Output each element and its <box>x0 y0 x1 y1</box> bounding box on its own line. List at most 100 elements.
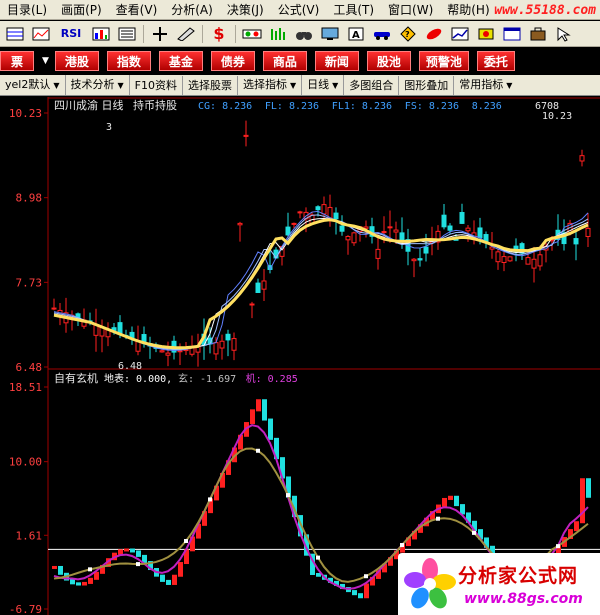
candle-body <box>297 211 303 214</box>
candle-body <box>165 352 171 356</box>
quicknav-stock-pool[interactable]: 股池 <box>366 51 411 71</box>
chevron-down-icon: ▼ <box>332 81 339 90</box>
toolbar-separator <box>202 24 203 43</box>
quicknav-index[interactable]: 指数 <box>106 51 151 71</box>
candle-body <box>399 232 405 241</box>
kline-chart-icon[interactable] <box>30 24 52 44</box>
money-button[interactable]: $ <box>208 24 230 44</box>
pill-icon[interactable] <box>423 24 445 44</box>
tab-common-indicators[interactable]: 常用指标 ▼ <box>454 75 517 95</box>
indicator-readouts: 地表: 0.000, 玄: -1.697 机: 0.285 <box>104 372 298 385</box>
multi-bar-icon[interactable] <box>267 24 289 44</box>
candle-body <box>51 307 57 310</box>
help-arrow-icon[interactable] <box>553 24 575 44</box>
chart-up-icon[interactable] <box>449 24 471 44</box>
stock-software-window: 目录(L) 画面(P) 查看(V) 分析(A) 决策(J) 公式(V) 工具(T… <box>0 0 600 615</box>
trend-line <box>53 218 589 350</box>
screen-icon[interactable] <box>319 24 341 44</box>
stock-name: 四川成渝 <box>54 98 98 112</box>
tab-multi-chart[interactable]: 多图组合 <box>344 75 400 95</box>
tab-f10-info[interactable]: F10资料 <box>130 75 183 95</box>
tab-daily-label: 日线 <box>307 78 330 91</box>
indicator-bar <box>136 550 141 557</box>
menu-item-tools[interactable]: 工具(T) <box>326 0 381 20</box>
menu-item-view[interactable]: 查看(V) <box>109 0 165 20</box>
candle-body <box>387 226 393 229</box>
chevron-down-icon: ▼ <box>289 81 297 90</box>
candle-body <box>249 303 255 306</box>
indicator-bar <box>82 581 87 586</box>
candle-body <box>381 231 387 234</box>
price-tick-label: 8.98 <box>16 192 43 205</box>
price-readout: 8.236 <box>472 101 502 112</box>
window-icon[interactable] <box>501 24 523 44</box>
quicknav-stock[interactable]: 票 <box>0 51 34 71</box>
car-icon[interactable] <box>371 24 393 44</box>
stamp-icon[interactable] <box>475 24 497 44</box>
candle-body <box>189 347 195 355</box>
quicknav-fund[interactable]: 基金 <box>158 51 203 71</box>
quicknav-news[interactable]: 新闻 <box>314 51 359 71</box>
indicator-bar <box>52 565 57 569</box>
candle-body <box>351 232 357 244</box>
quicknav-order[interactable]: 委托 <box>476 51 515 71</box>
compare-icon[interactable] <box>241 24 263 44</box>
candle-body <box>375 248 381 259</box>
quicknav-bond[interactable]: 债券 <box>210 51 255 71</box>
text-icon[interactable]: A <box>345 24 367 44</box>
menu-item-formula[interactable]: 公式(V) <box>271 0 327 20</box>
diamond-icon[interactable]: ? <box>397 24 419 44</box>
crosshair-icon[interactable] <box>149 24 171 44</box>
list-icon[interactable] <box>116 24 138 44</box>
ruler-icon[interactable] <box>175 24 197 44</box>
tab-common-indicators-label: 常用指标 <box>459 78 504 91</box>
indicator-readout: 地表: 0.000, <box>104 372 172 385</box>
rsi-button[interactable]: RSI <box>56 24 86 44</box>
tab-select-indicator[interactable]: 选择指标 ▼ <box>238 75 303 95</box>
menu-item-window[interactable]: 窗口(W) <box>381 0 440 20</box>
chart-area[interactable]: 四川成渝 日线 持币持股 CG: 8.236 FL: 8.236 FL1: 8.23… <box>0 97 600 615</box>
candle-body <box>525 257 531 265</box>
tab-default-layout[interactable]: yel2默认 ▼ <box>0 75 66 95</box>
indicator-bar <box>580 478 585 524</box>
chevron-down-icon: ▼ <box>506 81 513 90</box>
indicator-bar <box>58 565 63 575</box>
price-readout: FS: 8.236 <box>405 101 459 112</box>
chart-canvas[interactable]: 四川成渝 日线 持币持股 CG: 8.236 FL: 8.236 FL1: 8.23… <box>0 97 600 615</box>
price-panel-header: 四川成渝 日线 持币持股 <box>54 98 177 112</box>
menu-item-decision[interactable]: 决策(J) <box>220 0 271 20</box>
indicator-readout: 玄: -1.697 <box>178 372 236 385</box>
candle-body <box>219 340 225 349</box>
indicator-readout: 机: 0.285 <box>246 372 298 385</box>
price-readout: FL1: 8.236 <box>332 101 392 112</box>
tab-select-stock[interactable]: 选择股票 <box>183 75 238 95</box>
menu-item-catalog[interactable]: 目录(L) <box>0 0 54 20</box>
binoculars-icon[interactable] <box>293 24 315 44</box>
indicator-bar <box>586 478 591 498</box>
quicknav-alert-pool[interactable]: 预警池 <box>418 51 469 71</box>
menu-item-analysis[interactable]: 分析(A) <box>164 0 220 20</box>
candle-body <box>333 212 339 220</box>
tab-daily[interactable]: 日线 ▼ <box>302 75 345 95</box>
quicknav-commodity[interactable]: 商品 <box>262 51 307 71</box>
price-readout: FL: 8.236 <box>265 101 319 112</box>
candle-body <box>441 214 447 228</box>
logo-title: 分析家公式网 <box>458 565 579 587</box>
candle-body <box>255 282 261 293</box>
price-tick-label: 6.48 <box>16 361 43 374</box>
tab-overlay[interactable]: 图形叠加 <box>399 75 455 95</box>
signal-marker <box>256 448 260 453</box>
quicknav-hk[interactable]: 港股 <box>54 51 99 71</box>
briefcase-icon[interactable] <box>527 24 549 44</box>
indicator-tick-label: 10.00 <box>9 456 42 469</box>
indicator-panel-title: 自有玄机 <box>54 371 98 385</box>
menu-item-screen[interactable]: 画面(P) <box>54 0 109 20</box>
grid-icon[interactable] <box>4 24 26 44</box>
tab-technical-analysis[interactable]: 技术分析 ▼ <box>66 75 130 95</box>
bar-chart-icon[interactable] <box>90 24 112 44</box>
candle-body <box>225 333 231 341</box>
indicator-bar <box>574 521 579 532</box>
logo-url: www.88gs.com <box>464 591 583 607</box>
signal-marker <box>88 567 92 572</box>
candle-body <box>573 238 579 245</box>
